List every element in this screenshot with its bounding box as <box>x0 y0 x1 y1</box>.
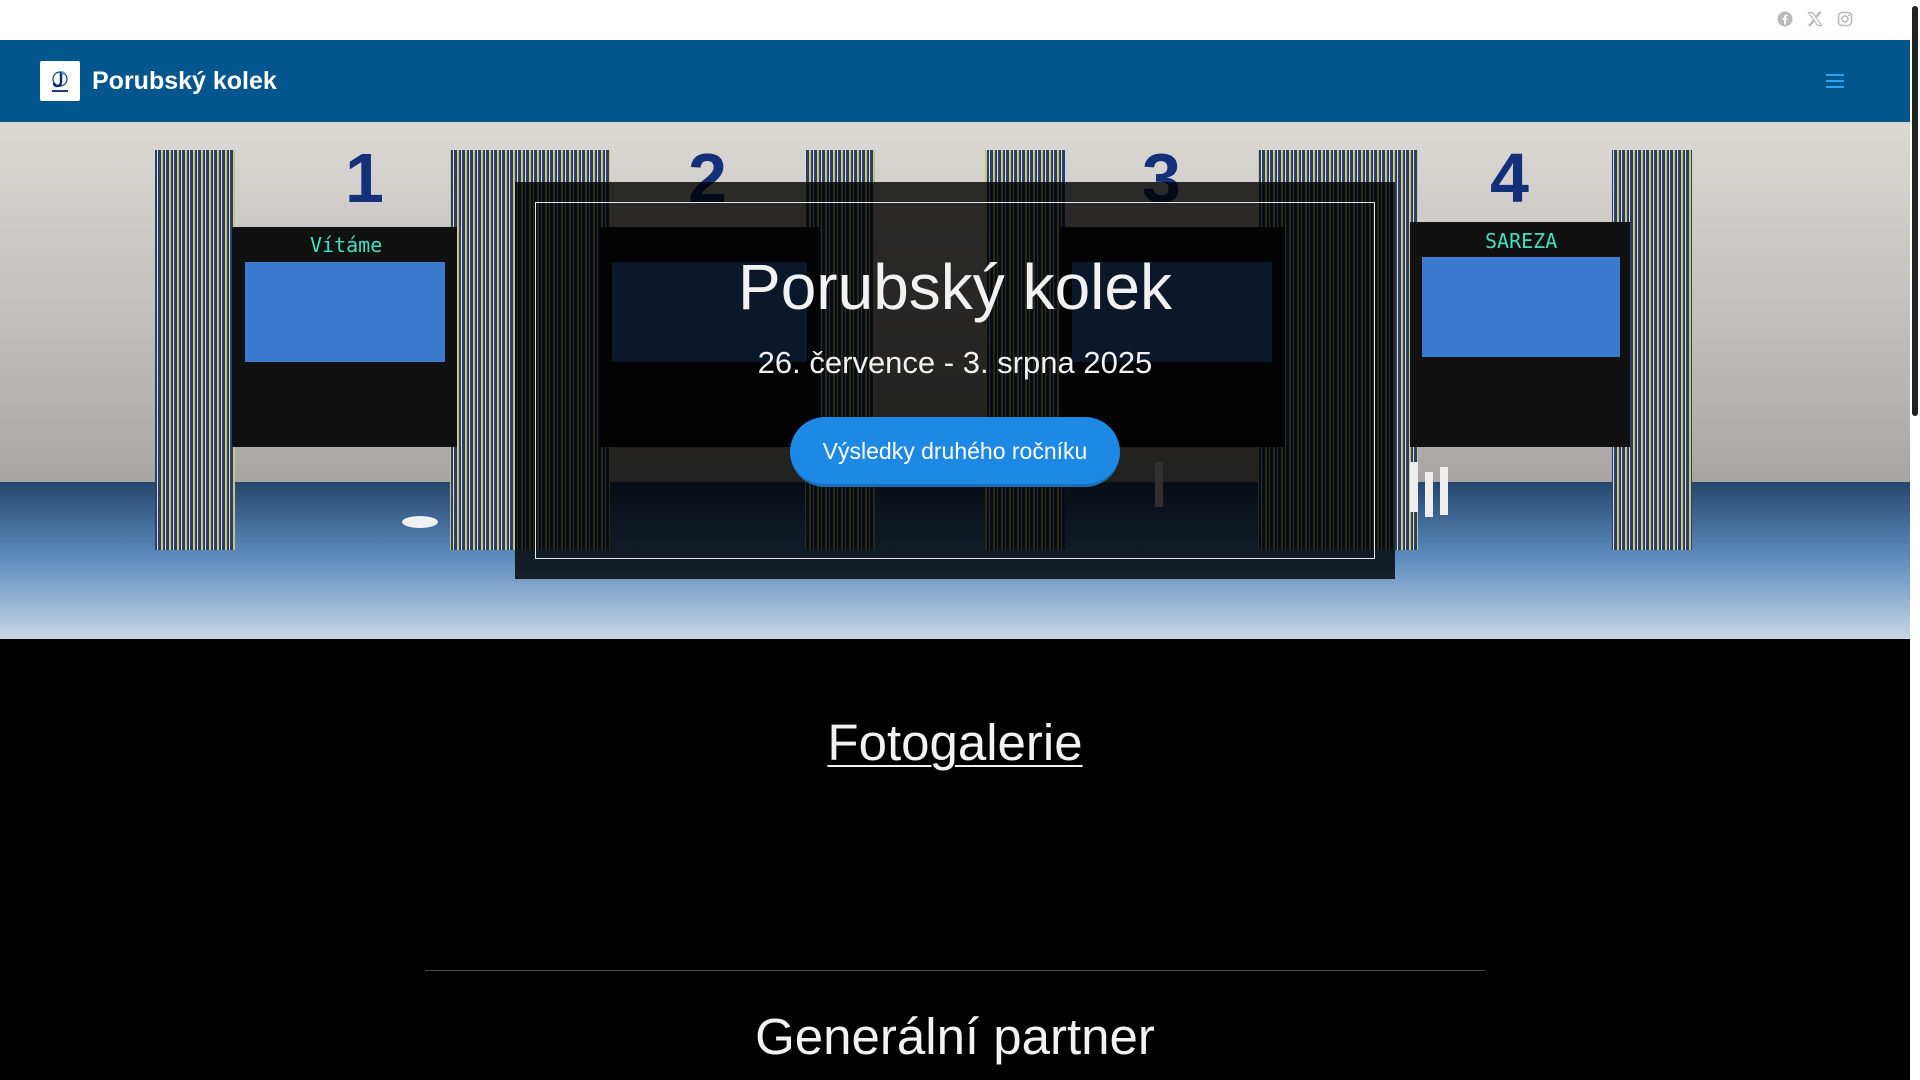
svg-text:SAREZA: SAREZA <box>1485 229 1557 253</box>
facebook-icon[interactable] <box>1776 10 1794 28</box>
main-content: Fotogalerie Generální partner <box>0 639 1910 1080</box>
x-icon[interactable] <box>1806 10 1824 28</box>
site-logo <box>40 61 80 101</box>
hamburger-menu-icon[interactable] <box>1826 71 1848 91</box>
main-navbar: Porubský kolek <box>0 40 1910 122</box>
instagram-icon[interactable] <box>1836 10 1854 28</box>
svg-text:1: 1 <box>345 139 384 217</box>
hero-event-dates: 26. července - 3. srpna 2025 <box>757 345 1153 380</box>
section-divider <box>425 970 1485 971</box>
site-name: Porubský kolek <box>92 66 277 95</box>
scrollbar-thumb[interactable] <box>1912 6 1918 416</box>
hero-overlay-box: Porubský kolek 26. července - 3. srpna 2… <box>515 182 1395 579</box>
svg-text:Vítáme: Vítáme <box>310 233 382 257</box>
hero-section: 1 2 3 4 Vítáme SAREZA Porubský kolek 26.… <box>0 122 1910 639</box>
site-brand-link[interactable]: Porubský kolek <box>40 61 277 101</box>
hero-title: Porubský kolek <box>738 251 1172 323</box>
general-partner-heading: Generální partner <box>755 1008 1155 1065</box>
page-scrollbar[interactable] <box>1910 0 1920 1080</box>
hero-inner-frame: Porubský kolek 26. července - 3. srpna 2… <box>535 202 1375 559</box>
social-links <box>1776 10 1854 28</box>
results-button[interactable]: Výsledky druhého ročníku <box>789 417 1121 487</box>
top-utility-bar <box>0 0 1910 40</box>
svg-text:4: 4 <box>1490 139 1529 217</box>
gallery-link[interactable]: Fotogalerie <box>0 713 1910 772</box>
